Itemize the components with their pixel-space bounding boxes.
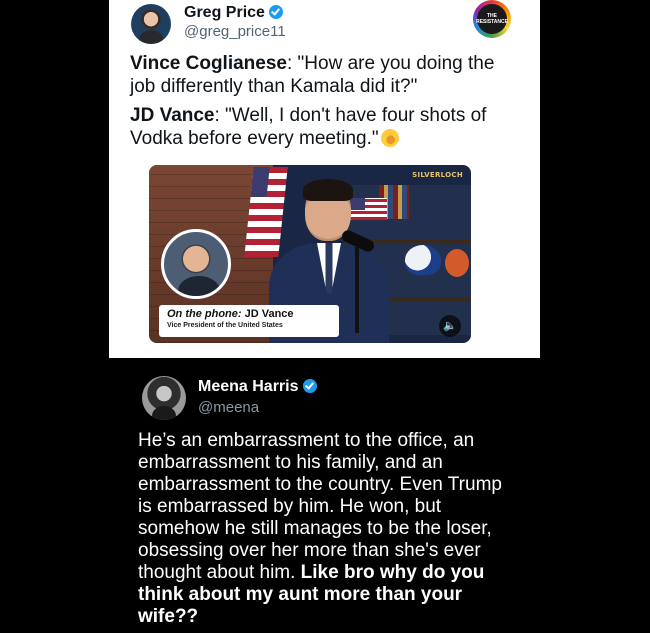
lower-third-prefix: On the phone: [167, 308, 242, 320]
tweet-body: He’s an embarrassment to the office, an … [138, 430, 518, 628]
resistance-logo: THE RESISTANCE [473, 0, 511, 38]
quote-question: Vince Coglianese: "How are you doing the… [130, 52, 520, 98]
author-name[interactable]: Greg Price [184, 4, 283, 22]
laughing-emoji-icon [378, 126, 402, 150]
resistance-logo-text: THE RESISTANCE [476, 4, 508, 34]
verified-badge-icon [268, 5, 283, 19]
football-helmet-image [405, 245, 441, 275]
author-handle[interactable]: @greg_price11 [184, 23, 286, 40]
host-hair [303, 179, 353, 201]
football-image [445, 249, 469, 277]
mute-speaker-icon[interactable]: 🔈 [439, 315, 461, 337]
embedded-video[interactable]: On the phone: JD Vance Vice President of… [149, 165, 471, 343]
tweet-body-regular: He’s an embarrassment to the office, an … [138, 430, 502, 583]
caller-inset-portrait [161, 229, 231, 299]
author-name-text[interactable]: Meena Harris [198, 378, 299, 395]
tweet-greg-price: Greg Price @greg_price11 THE RESISTANCE … [109, 0, 540, 358]
quote-answer: JD Vance: "Well, I don't have four shots… [130, 104, 520, 150]
avatar[interactable] [142, 376, 186, 420]
lower-third-title: Vice President of the United States [167, 322, 283, 329]
quote-speaker: JD Vance [130, 105, 215, 126]
quote-speaker: Vince Coglianese [130, 53, 287, 74]
microphone-stand [355, 247, 359, 333]
lower-third-caption: On the phone: JD Vance [167, 308, 331, 320]
avatar[interactable] [131, 4, 171, 44]
video-watermark: SILVERLOCH [412, 171, 463, 179]
author-name[interactable]: Meena Harris [198, 378, 317, 396]
tweet-meena-harris: Meena Harris @meena He’s an embarrassmen… [109, 358, 540, 633]
lower-third-name: JD Vance [241, 308, 294, 320]
verified-badge-icon [302, 379, 317, 393]
lower-third-banner: On the phone: JD Vance Vice President of… [159, 305, 339, 337]
author-handle[interactable]: @meena [198, 399, 259, 416]
author-name-text[interactable]: Greg Price [184, 4, 265, 21]
